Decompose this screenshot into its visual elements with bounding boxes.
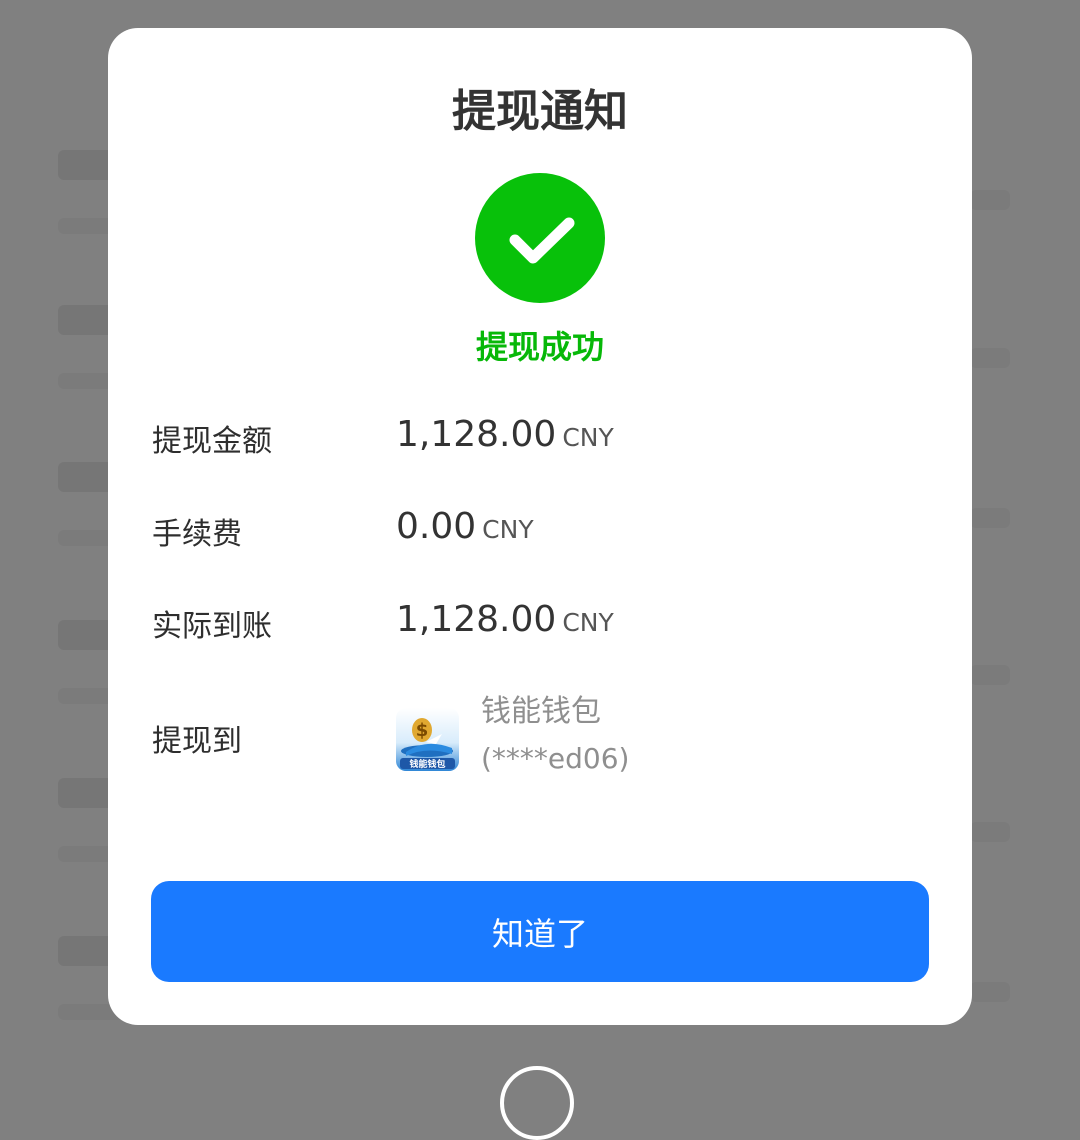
background-detail xyxy=(970,982,1010,1002)
wallet-icon-label: 钱能钱包 xyxy=(409,758,445,770)
svg-text:$: $ xyxy=(416,720,429,741)
close-circle-icon[interactable] xyxy=(500,1066,574,1140)
currency-unit: CNY xyxy=(562,608,614,637)
fee-amount: 0.00 xyxy=(396,506,477,547)
check-circle-icon xyxy=(475,173,605,303)
background-detail xyxy=(970,348,1010,368)
status-text: 提现成功 xyxy=(475,328,604,366)
actual-received-value: 1,128.00 CNY xyxy=(396,599,614,640)
withdraw-amount-label: 提现金额 xyxy=(152,424,272,459)
dialog-title: 提现通知 xyxy=(452,86,628,137)
actual-received-amount: 1,128.00 xyxy=(396,599,557,640)
fee-label: 手续费 xyxy=(152,517,242,552)
background-detail xyxy=(970,822,1010,842)
withdraw-amount: 1,128.00 xyxy=(396,414,557,455)
destination-label: 提现到 xyxy=(152,724,242,759)
wallet-account: (****ed06) xyxy=(481,742,630,775)
withdraw-notice-dialog: 提现通知 提现成功 提现金额 1,128.00 CNY 手续费 0.00 CNY 实… xyxy=(108,28,972,1025)
wallet-app-icon: $ 钱能钱包 xyxy=(396,708,459,771)
background-detail xyxy=(970,190,1010,210)
withdraw-amount-value: 1,128.00 CNY xyxy=(396,414,614,455)
fee-value: 0.00 CNY xyxy=(396,506,534,547)
confirm-button[interactable]: 知道了 xyxy=(151,881,929,982)
currency-unit: CNY xyxy=(482,515,534,544)
background-detail xyxy=(970,665,1010,685)
background-detail xyxy=(970,508,1010,528)
actual-received-label: 实际到账 xyxy=(152,609,272,644)
wallet-name: 钱能钱包 xyxy=(481,694,601,729)
currency-unit: CNY xyxy=(562,423,614,452)
